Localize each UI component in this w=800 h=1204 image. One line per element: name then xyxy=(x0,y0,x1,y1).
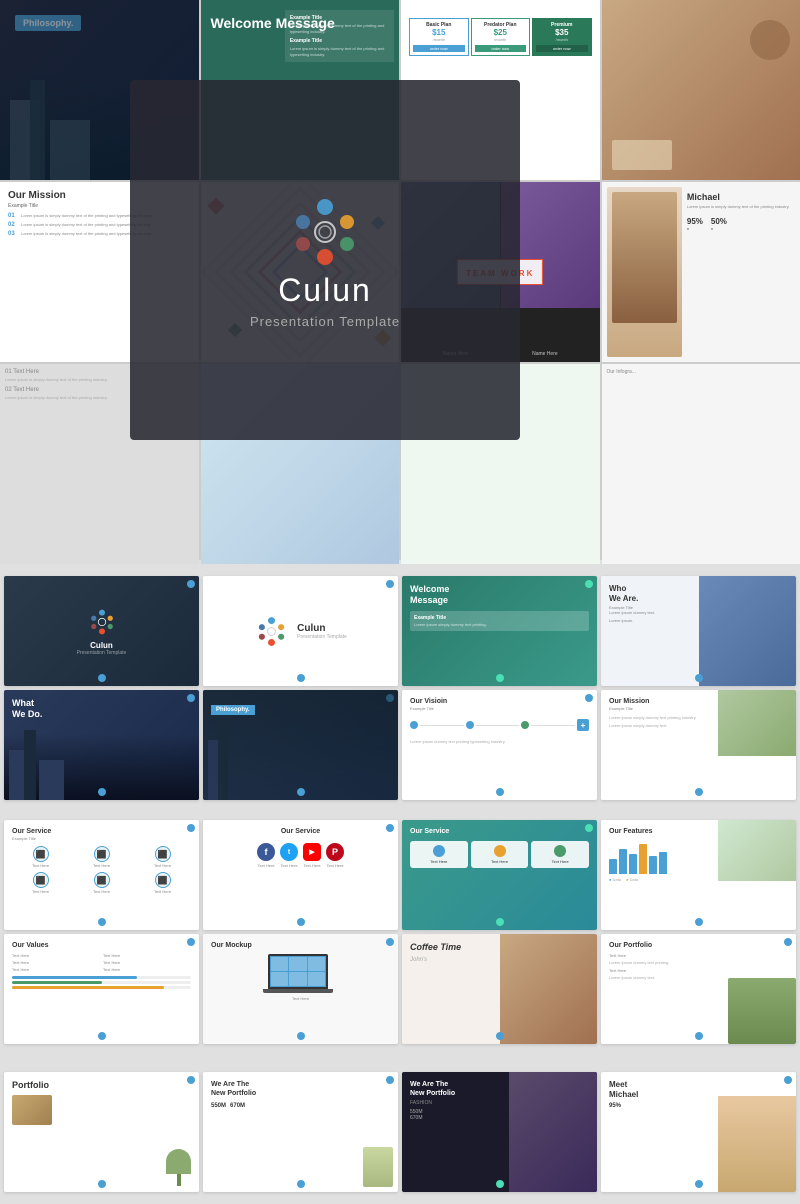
thumb-section-bottom: Portfolio We Are TheNew Portfolio 550M 6… xyxy=(0,1064,800,1204)
what-we-do-title: WhatWe Do. xyxy=(12,698,191,720)
badge-dot-1 xyxy=(187,580,195,588)
badge-dot-3 xyxy=(585,580,593,588)
badge-dot-2 xyxy=(386,580,394,588)
divider-2 xyxy=(0,1056,800,1064)
philosophy-sm-label: Philosophy. xyxy=(211,705,255,715)
hero-section: Philosophy. Welcome Message Example Titl… xyxy=(0,0,800,560)
badge-dot-14 xyxy=(386,938,394,946)
badge-dot-9 xyxy=(187,824,195,832)
thumb-our-portfolio[interactable]: Our Portfolio Text Here Lorem ipsum dumm… xyxy=(601,934,796,1044)
thumb-dot-11 xyxy=(496,918,504,926)
thumb-portfolio-bottom[interactable]: Portfolio xyxy=(4,1072,199,1192)
who-we-are-title: WhoWe Are. xyxy=(609,584,788,603)
thumb-section-2: Our Service Example Title ⬛ Text Here ⬛ … xyxy=(0,812,800,1056)
hero-slide-r3-4[interactable]: Our Infogra... xyxy=(602,364,800,564)
thumb-our-values[interactable]: Our Values Text Here Text Here Text Here… xyxy=(4,934,199,1044)
thumb-dot-6 xyxy=(297,788,305,796)
thumb-culun-dark[interactable]: Culun Presentation Template xyxy=(4,576,199,686)
service2-title: Our Service xyxy=(211,828,390,835)
badge-dot-7 xyxy=(585,694,593,702)
values-title: Our Values xyxy=(12,942,191,949)
badge-dot-16 xyxy=(784,938,792,946)
thumb-dot-5 xyxy=(98,788,106,796)
thumb-dot-7 xyxy=(496,788,504,796)
stat-550m: 550M xyxy=(211,1103,226,1109)
portfolio-b-title: Portfolio xyxy=(12,1080,191,1090)
new-portfolio-1-title: We Are TheNew Portfolio xyxy=(211,1080,390,1098)
thumb-row-bottom: Portfolio We Are TheNew Portfolio 550M 6… xyxy=(4,1072,796,1192)
thumb-culun-white[interactable]: Culun Presentation Template xyxy=(203,576,398,686)
badge-dot-10 xyxy=(386,824,394,832)
thumb-dot-1 xyxy=(98,674,106,682)
thumb-meet-michael[interactable]: MeetMichael 95% xyxy=(601,1072,796,1192)
hero-slide-person[interactable]: Michael Lorem ipsum is simply dummy text… xyxy=(602,182,800,362)
thumb-what-we-do[interactable]: WhatWe Do. xyxy=(4,690,199,800)
michael-name: Michael xyxy=(687,192,795,202)
culun-logo-dark-thumb xyxy=(87,607,117,637)
overlay-subtitle: Presentation Template xyxy=(250,314,400,329)
our-vision-title: Our Visioin xyxy=(410,698,589,705)
thumb-row-4: Our Values Text Here Text Here Text Here… xyxy=(4,934,796,1044)
culun-white-title: Culun xyxy=(297,623,347,634)
thumb-dot-17 xyxy=(98,1180,106,1188)
thumb-dot-10 xyxy=(297,918,305,926)
thumb-our-features[interactable]: Our Features ● Data ● Data xyxy=(601,820,796,930)
thumb-dot-2 xyxy=(297,674,305,682)
thumb-who-we-are[interactable]: WhoWe Are. Example TitleLorem ipsum dumm… xyxy=(601,576,796,686)
badge-dot-13 xyxy=(187,938,195,946)
thumb-row-2: WhatWe Do. Philosophy. Our Visioin Examp… xyxy=(4,690,796,800)
thumb-coffee-time[interactable]: Coffee Time John's xyxy=(402,934,597,1044)
stat1: 95% xyxy=(687,217,703,226)
thumb-our-service-1[interactable]: Our Service Example Title ⬛ Text Here ⬛ … xyxy=(4,820,199,930)
thumb-row-3: Our Service Example Title ⬛ Text Here ⬛ … xyxy=(4,820,796,930)
culun-dark-title: Culun xyxy=(90,641,113,650)
hero-slide-photo[interactable] xyxy=(602,0,800,180)
culun-dark-subtitle: Presentation Template xyxy=(77,650,127,656)
culun-logo-white-thumb xyxy=(254,614,289,649)
thumb-section-1: Culun Presentation Template Culun xyxy=(0,568,800,812)
thumb-our-vision[interactable]: Our Visioin Example Title + Lorem ipsum … xyxy=(402,690,597,800)
thumb-dot-20 xyxy=(695,1180,703,1188)
thumb-our-service-2[interactable]: Our Service f Text Here t Text Here ▶ Te… xyxy=(203,820,398,930)
thumb-dot-13 xyxy=(98,1032,106,1040)
new-portfolio-2-title: We Are TheNew Portfolio xyxy=(410,1080,589,1098)
thumb-dot-14 xyxy=(297,1032,305,1040)
thumb-our-mission-sm[interactable]: Our Mission Example Title Lorem ipsum si… xyxy=(601,690,796,800)
thumb-dot-12 xyxy=(695,918,703,926)
stat-670m: 670M xyxy=(230,1103,245,1109)
thumb-new-portfolio-2[interactable]: We Are TheNew Portfolio FASHION 550M 670… xyxy=(402,1072,597,1192)
badge-dot-17 xyxy=(187,1076,195,1084)
thumb-row-1: Culun Presentation Template Culun xyxy=(4,576,796,686)
stat2: 50% xyxy=(711,217,727,226)
thumb-philosophy-sm[interactable]: Philosophy. xyxy=(203,690,398,800)
culun-white-subtitle: Presentation Template xyxy=(297,634,347,640)
thumb-our-mockup[interactable]: Our Mockup xyxy=(203,934,398,1044)
thumb-dot-9 xyxy=(98,918,106,926)
badge-dot-18 xyxy=(386,1076,394,1084)
thumb-new-portfolio-1[interactable]: We Are TheNew Portfolio 550M 670M xyxy=(203,1072,398,1192)
service3-title: Our Service xyxy=(410,828,589,835)
badge-dot-11 xyxy=(585,824,593,832)
thumb-dot-18 xyxy=(297,1180,305,1188)
portfolio-sm-title: Our Portfolio xyxy=(609,942,788,949)
thumb-dot-3 xyxy=(496,674,504,682)
thumb-dot-16 xyxy=(695,1032,703,1040)
overlay-title: Culun xyxy=(278,272,372,309)
thumb-dot-8 xyxy=(695,788,703,796)
thumb-our-service-3[interactable]: Our Service Text Here Text Here Text Her… xyxy=(402,820,597,930)
thumb-welcome-sm[interactable]: WelcomeMessage Example Title Lorem ipsum… xyxy=(402,576,597,686)
culun-overlay-modal: Culun Presentation Template xyxy=(130,80,520,440)
mockup-title: Our Mockup xyxy=(211,942,390,949)
coffee-time-title: Coffee Time xyxy=(410,942,589,952)
welcome-sm-title: WelcomeMessage xyxy=(410,584,589,606)
thumb-dot-15 xyxy=(496,1032,504,1040)
culun-logo xyxy=(285,192,365,272)
thumb-dot-4 xyxy=(695,674,703,682)
service1-title: Our Service xyxy=(12,828,191,835)
thumb-dot-19 xyxy=(496,1180,504,1188)
badge-dot-20 xyxy=(784,1076,792,1084)
